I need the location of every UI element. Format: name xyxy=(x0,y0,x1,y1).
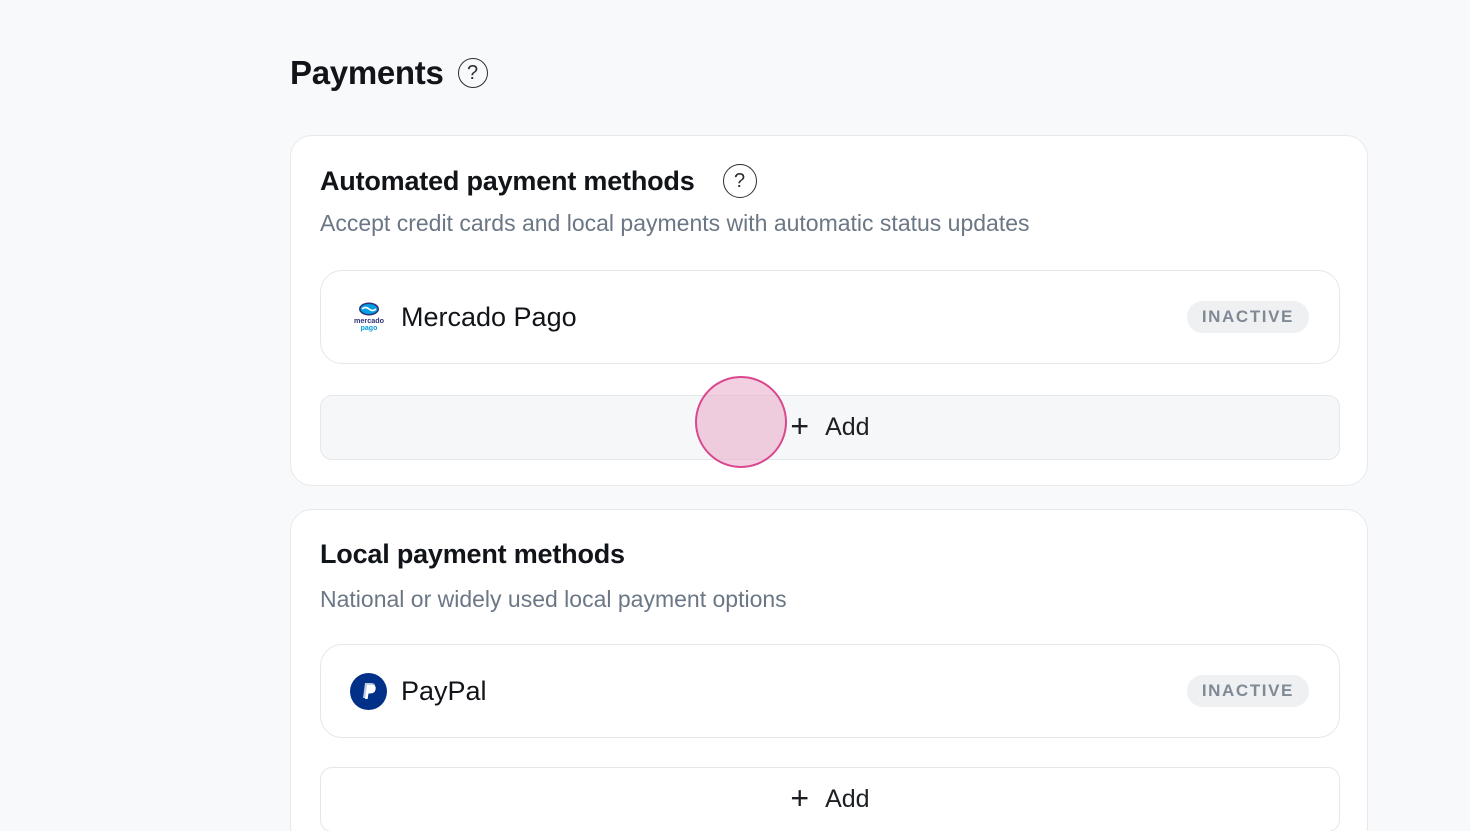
payment-method-card-mercado-pago[interactable]: mercado pago Mercado Pago INACTIVE xyxy=(320,270,1340,364)
local-payment-methods-section: Local payment methods National or widely… xyxy=(290,509,1368,831)
payment-method-name: Mercado Pago xyxy=(401,301,577,332)
status-badge: INACTIVE xyxy=(1186,301,1309,333)
section-title-row: Automated payment methods ? xyxy=(320,164,757,198)
section-title: Local payment methods xyxy=(320,539,625,569)
plus-icon: + xyxy=(790,408,810,444)
add-local-method-button[interactable]: + Add xyxy=(320,767,1340,831)
svg-text:pago: pago xyxy=(360,325,377,332)
payment-method-card-paypal[interactable]: PayPal INACTIVE xyxy=(320,644,1340,738)
payments-page: Payments ? Automated payment methods ? A… xyxy=(0,0,1470,831)
mercado-pago-logo-icon: mercado pago xyxy=(350,299,387,336)
section-subtitle: Accept credit cards and local payments w… xyxy=(320,210,1030,236)
add-button-label: Add xyxy=(825,785,870,813)
page-title: Payments xyxy=(290,54,444,91)
page-header: Payments ? xyxy=(290,52,488,94)
section-title: Automated payment methods xyxy=(320,165,695,196)
svg-text:mercado: mercado xyxy=(354,316,385,325)
add-button-label: Add xyxy=(825,413,870,441)
automated-payment-methods-section: Automated payment methods ? Accept credi… xyxy=(290,135,1368,486)
help-icon[interactable]: ? xyxy=(457,58,488,88)
section-subtitle: National or widely used local payment op… xyxy=(320,586,787,612)
payment-method-name: PayPal xyxy=(401,675,487,706)
status-badge: INACTIVE xyxy=(1186,675,1309,707)
add-automated-method-button[interactable]: + Add xyxy=(320,395,1340,460)
section-title-row: Local payment methods xyxy=(320,539,625,570)
help-icon[interactable]: ? xyxy=(722,164,757,198)
plus-icon: + xyxy=(790,780,810,816)
paypal-logo-icon xyxy=(350,672,387,710)
